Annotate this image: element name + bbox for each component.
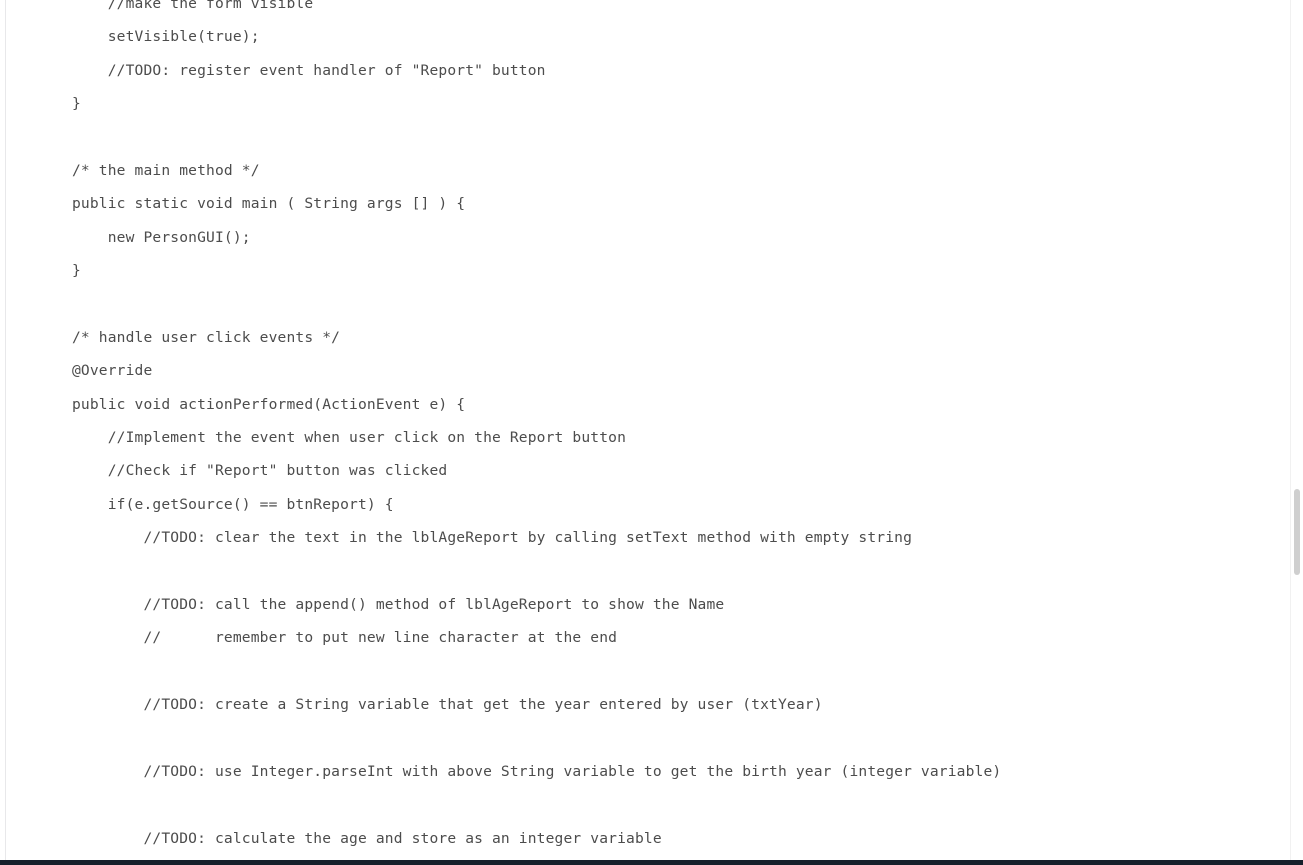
bottom-status-bar: [0, 860, 1303, 865]
code-line: /* handle user click events */: [72, 328, 341, 346]
code-line: //Implement the event when user click on…: [72, 429, 627, 447]
code-line: //make the form visible: [72, 0, 314, 12]
editor-window: //make the form visible setVisible(true)…: [0, 0, 1303, 865]
code-line: //TODO: call the append() method of lblA…: [72, 596, 725, 614]
code-editor-content[interactable]: //make the form visible setVisible(true)…: [6, 0, 1290, 855]
code-line: //TODO: create a String variable that ge…: [72, 696, 823, 714]
code-line: new PersonGUI();: [72, 228, 251, 246]
code-line: @Override: [72, 362, 153, 380]
code-line: public void actionPerformed(ActionEvent …: [72, 395, 466, 413]
code-line: //TODO: register event handler of "Repor…: [72, 61, 546, 79]
code-page: //make the form visible setVisible(true)…: [6, 0, 1290, 865]
vertical-scrollbar-track[interactable]: [1290, 0, 1303, 861]
code-line: setVisible(true);: [72, 28, 260, 46]
code-line: }: [72, 95, 81, 113]
code-line: //Check if "Report" button was clicked: [72, 462, 448, 480]
code-line: // remember to put new line character at…: [72, 629, 618, 647]
code-line: //TODO: clear the text in the lblAgeRepo…: [72, 529, 913, 547]
code-line: public static void main ( String args []…: [72, 195, 466, 213]
code-line: /* the main method */: [72, 161, 260, 179]
code-line: //TODO: calculate the age and store as a…: [72, 829, 662, 847]
code-line: //TODO: use Integer.parseInt with above …: [72, 762, 1002, 780]
code-line: }: [72, 262, 81, 280]
code-line: if(e.getSource() == btnReport) {: [72, 495, 394, 513]
vertical-scrollbar-thumb[interactable]: [1294, 489, 1300, 575]
